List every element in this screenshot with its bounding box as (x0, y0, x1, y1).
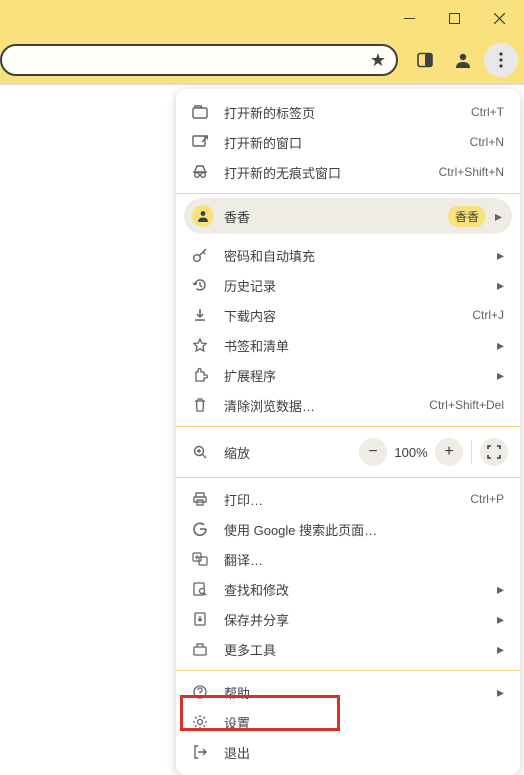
chevron-right-icon: ▸ (494, 581, 504, 598)
menu-translate[interactable]: 翻译… (176, 544, 520, 574)
zoom-in-button[interactable]: + (435, 438, 463, 466)
menu-separator (176, 477, 520, 478)
chevron-right-icon: ▸ (494, 367, 504, 384)
menu-label: 帮助 (224, 683, 494, 702)
menu-separator (176, 193, 520, 194)
menu-clear-data[interactable]: 清除浏览数据… Ctrl+Shift+Del (176, 390, 520, 420)
profile-name: 香香 (224, 207, 448, 226)
chevron-right-icon: ▸ (494, 611, 504, 628)
menu-incognito[interactable]: 打开新的无痕式窗口 Ctrl+Shift+N (176, 157, 520, 187)
menu-label: 更多工具 (224, 640, 494, 659)
page-content: 打开新的标签页 Ctrl+T 打开新的窗口 Ctrl+N 打开新的无痕式窗口 C… (0, 84, 524, 774)
menu-profile[interactable]: 香香 香香 ▸ (184, 198, 512, 234)
menu-history[interactable]: 历史记录 ▸ (176, 270, 520, 300)
menu-label: 查找和修改 (224, 580, 494, 599)
menu-downloads[interactable]: 下载内容 Ctrl+J (176, 300, 520, 330)
menu-search-page[interactable]: 使用 Google 搜索此页面… (176, 514, 520, 544)
menu-label: 使用 Google 搜索此页面… (224, 520, 504, 539)
maximize-button[interactable] (432, 1, 477, 35)
menu-label: 保存并分享 (224, 610, 494, 629)
minimize-button[interactable] (387, 1, 432, 35)
exit-icon (190, 744, 210, 760)
chevron-right-icon: ▸ (492, 208, 502, 225)
history-icon (190, 277, 210, 293)
menu-separator (176, 670, 520, 671)
menu-help[interactable]: 帮助 ▸ (176, 677, 520, 707)
menu-print[interactable]: 打印… Ctrl+P (176, 484, 520, 514)
translate-icon (190, 551, 210, 567)
address-bar[interactable]: ★ (0, 44, 398, 76)
menu-new-window[interactable]: 打开新的窗口 Ctrl+N (176, 127, 520, 157)
menu-label: 设置 (224, 713, 504, 732)
menu-label: 打开新的无痕式窗口 (224, 163, 431, 182)
zoom-value: 100% (387, 445, 435, 460)
close-button[interactable] (477, 1, 522, 35)
chrome-menu: 打开新的标签页 Ctrl+T 打开新的窗口 Ctrl+N 打开新的无痕式窗口 C… (176, 89, 520, 775)
help-icon (190, 684, 210, 700)
menu-shortcut: Ctrl+J (472, 308, 504, 322)
gear-icon (190, 714, 210, 730)
google-icon (190, 521, 210, 537)
trash-icon (190, 397, 210, 413)
chevron-right-icon: ▸ (494, 684, 504, 701)
menu-new-tab[interactable]: 打开新的标签页 Ctrl+T (176, 97, 520, 127)
avatar-icon (192, 205, 214, 227)
menu-label: 打开新的窗口 (224, 133, 462, 152)
find-icon (190, 581, 210, 597)
menu-shortcut: Ctrl+T (471, 105, 504, 119)
save-icon (190, 611, 210, 627)
chevron-right-icon: ▸ (494, 247, 504, 264)
menu-zoom: 缩放 − 100% + (176, 431, 520, 473)
new-window-icon (190, 135, 210, 149)
menu-label: 历史记录 (224, 276, 494, 295)
chevron-right-icon: ▸ (494, 337, 504, 354)
star-icon (190, 337, 210, 353)
zoom-icon (190, 444, 210, 460)
chevron-right-icon: ▸ (494, 277, 504, 294)
menu-shortcut: Ctrl+N (470, 135, 504, 149)
menu-save-share[interactable]: 保存并分享 ▸ (176, 604, 520, 634)
divider (471, 440, 472, 464)
window-titlebar (0, 0, 524, 36)
menu-extensions[interactable]: 扩展程序 ▸ (176, 360, 520, 390)
menu-shortcut: Ctrl+Shift+Del (429, 398, 504, 412)
bookmark-star-icon[interactable]: ★ (370, 50, 386, 71)
profile-button[interactable] (446, 43, 480, 77)
profile-badge: 香香 (448, 206, 486, 227)
menu-passwords[interactable]: 密码和自动填充 ▸ (176, 240, 520, 270)
browser-toolbar: ★ (0, 36, 524, 84)
key-icon (190, 247, 210, 263)
fullscreen-button[interactable] (480, 438, 508, 466)
menu-label: 书签和清单 (224, 336, 494, 355)
chevron-right-icon: ▸ (494, 641, 504, 658)
menu-separator (176, 426, 520, 427)
menu-label: 扩展程序 (224, 366, 494, 385)
menu-label: 清除浏览数据… (224, 396, 421, 415)
tools-icon (190, 641, 210, 657)
menu-label: 打印… (224, 490, 462, 509)
zoom-out-button[interactable]: − (359, 438, 387, 466)
zoom-label: 缩放 (224, 443, 359, 462)
menu-exit[interactable]: 退出 (176, 737, 520, 767)
menu-bookmarks[interactable]: 书签和清单 ▸ (176, 330, 520, 360)
extension-icon (190, 367, 210, 383)
menu-shortcut: Ctrl+Shift+N (439, 165, 504, 179)
menu-shortcut: Ctrl+P (470, 492, 504, 506)
menu-more-tools[interactable]: 更多工具 ▸ (176, 634, 520, 664)
menu-label: 下载内容 (224, 306, 464, 325)
menu-settings[interactable]: 设置 (176, 707, 520, 737)
more-menu-button[interactable] (484, 43, 518, 77)
menu-label: 退出 (224, 743, 504, 762)
menu-label: 翻译… (224, 550, 504, 569)
menu-label: 密码和自动填充 (224, 246, 494, 265)
menu-find-edit[interactable]: 查找和修改 ▸ (176, 574, 520, 604)
new-tab-icon (190, 105, 210, 119)
incognito-icon (190, 165, 210, 179)
download-icon (190, 307, 210, 323)
menu-label: 打开新的标签页 (224, 103, 463, 122)
side-panel-button[interactable] (408, 43, 442, 77)
print-icon (190, 491, 210, 507)
